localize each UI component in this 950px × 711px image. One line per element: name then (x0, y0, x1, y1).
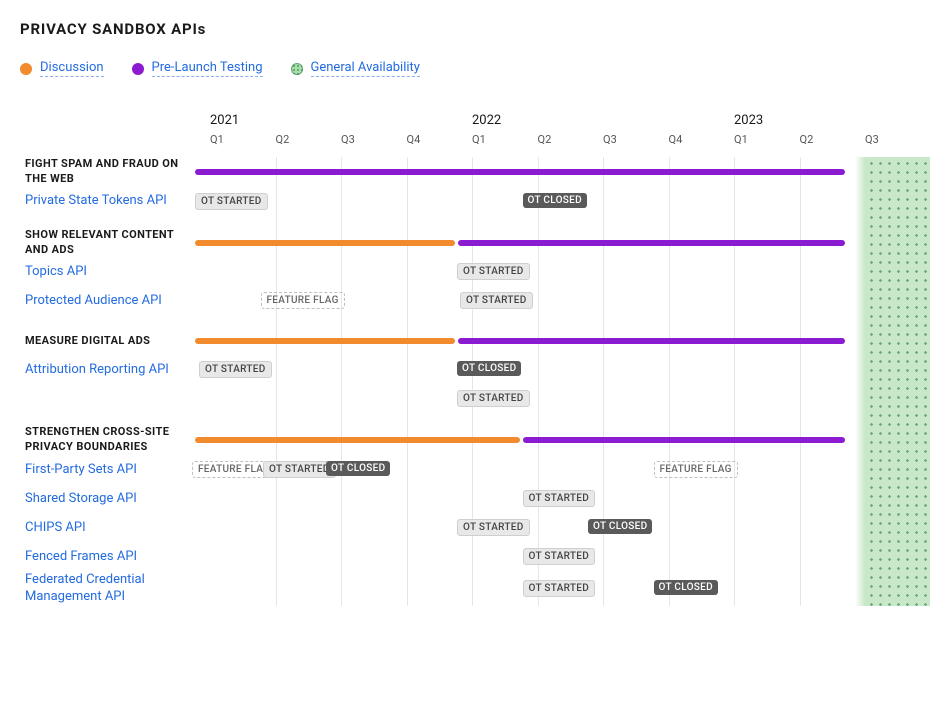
api-fenced-frames: Fenced Frames API OT STARTED (20, 543, 930, 571)
prelaunch-bar (458, 338, 845, 344)
ot-closed-pill: OT CLOSED (654, 580, 718, 595)
api-first-party-sets: First-Party Sets API FEATURE FLAG OT STA… (20, 456, 930, 484)
year-label: 2022 (472, 113, 501, 128)
api-attribution-reporting-extra: OT STARTED (20, 385, 930, 413)
prelaunch-bar (195, 169, 845, 175)
api-name[interactable]: Topics API (25, 264, 195, 281)
ot-closed-pill: OT CLOSED (326, 461, 390, 476)
prelaunch-bar (523, 437, 845, 443)
discussion-bar (195, 240, 455, 246)
api-name[interactable]: Fenced Frames API (25, 549, 195, 566)
api-name[interactable]: Shared Storage API (25, 491, 195, 508)
legend: Discussion Pre-Launch Testing General Av… (20, 60, 930, 77)
quarter-label: Q3 (603, 133, 617, 146)
api-topics: Topics API OT STARTED (20, 258, 930, 286)
api-name[interactable]: CHIPS API (25, 520, 195, 537)
feature-flag-pill: FEATURE FLAG (654, 461, 738, 478)
legend-label: Discussion (40, 60, 104, 77)
feature-flag-pill: FEATURE FLAG (261, 292, 345, 309)
section-privacy-boundaries: STRENGTHEN CROSS-SITE PRIVACY BOUNDARIES (20, 425, 930, 455)
ga-icon (291, 63, 303, 75)
api-name[interactable]: Attribution Reporting API (25, 362, 195, 379)
year-label: 2021 (210, 113, 239, 128)
quarter-label: Q2 (538, 133, 552, 146)
api-private-state-tokens: Private State Tokens API OT STARTED OT C… (20, 188, 930, 216)
ot-started-pill: OT STARTED (457, 263, 530, 280)
quarter-label: Q4 (407, 133, 421, 146)
legend-label: Pre-Launch Testing (152, 60, 263, 77)
quarter-label: Q1 (734, 133, 748, 146)
ot-started-pill: OT STARTED (523, 490, 596, 507)
section-title: MEASURE DIGITAL ADS (25, 334, 195, 349)
ot-started-pill: OT STARTED (195, 193, 268, 210)
timeline: 2021 2022 2023 Q1 Q2 Q3 Q4 Q1 Q2 Q3 Q4 Q… (20, 113, 930, 606)
api-name[interactable]: First-Party Sets API (25, 462, 195, 479)
ot-started-pill: OT STARTED (263, 461, 336, 478)
api-attribution-reporting: Attribution Reporting API OT STARTED OT … (20, 356, 930, 384)
quarter-label: Q4 (669, 133, 683, 146)
section-relevant-content: SHOW RELEVANT CONTENT AND ADS (20, 228, 930, 258)
api-name[interactable]: Protected Audience API (25, 293, 195, 310)
ot-started-pill: OT STARTED (457, 519, 530, 536)
api-shared-storage: Shared Storage API OT STARTED (20, 485, 930, 513)
page-title: PRIVACY SANDBOX APIs (20, 20, 930, 38)
ot-started-pill: OT STARTED (460, 292, 533, 309)
api-chips: CHIPS API OT STARTED OT CLOSED (20, 514, 930, 542)
ot-started-pill: OT STARTED (523, 580, 596, 597)
year-label: 2023 (734, 113, 763, 128)
quarter-axis: Q1 Q2 Q3 Q4 Q1 Q2 Q3 Q4 Q1 Q2 Q3 (210, 133, 930, 153)
legend-item-discussion[interactable]: Discussion (20, 60, 104, 77)
discussion-bar (195, 437, 520, 443)
quarter-label: Q3 (865, 133, 879, 146)
discussion-icon (20, 63, 32, 75)
quarter-label: Q3 (341, 133, 355, 146)
ot-closed-pill: OT CLOSED (588, 519, 652, 534)
discussion-bar (195, 338, 455, 344)
ot-started-pill: OT STARTED (523, 548, 596, 565)
ot-started-pill: OT STARTED (457, 390, 530, 407)
api-name[interactable]: Private State Tokens API (25, 193, 195, 210)
legend-item-ga[interactable]: General Availability (291, 60, 420, 77)
legend-label: General Availability (311, 60, 420, 77)
year-axis: 2021 2022 2023 (210, 113, 930, 133)
ot-closed-pill: OT CLOSED (457, 361, 521, 376)
api-federated-credential-mgmt: Federated Credential Management API OT S… (20, 572, 930, 606)
section-title: STRENGTHEN CROSS-SITE PRIVACY BOUNDARIES (25, 425, 195, 455)
section-title: SHOW RELEVANT CONTENT AND ADS (25, 228, 195, 258)
quarter-label: Q2 (800, 133, 814, 146)
section-fight-spam: FIGHT SPAM AND FRAUD ON THE WEB (20, 157, 930, 187)
section-measure-ads: MEASURE DIGITAL ADS (20, 327, 930, 355)
section-title: FIGHT SPAM AND FRAUD ON THE WEB (25, 157, 195, 187)
prelaunch-icon (132, 63, 144, 75)
legend-item-prelaunch[interactable]: Pre-Launch Testing (132, 60, 263, 77)
quarter-label: Q1 (210, 133, 224, 146)
ot-started-pill: OT STARTED (199, 361, 272, 378)
quarter-label: Q2 (276, 133, 290, 146)
ot-closed-pill: OT CLOSED (523, 193, 587, 208)
api-protected-audience: Protected Audience API FEATURE FLAG OT S… (20, 287, 930, 315)
quarter-label: Q1 (472, 133, 486, 146)
prelaunch-bar (458, 240, 845, 246)
api-name[interactable]: Federated Credential Management API (25, 572, 195, 606)
